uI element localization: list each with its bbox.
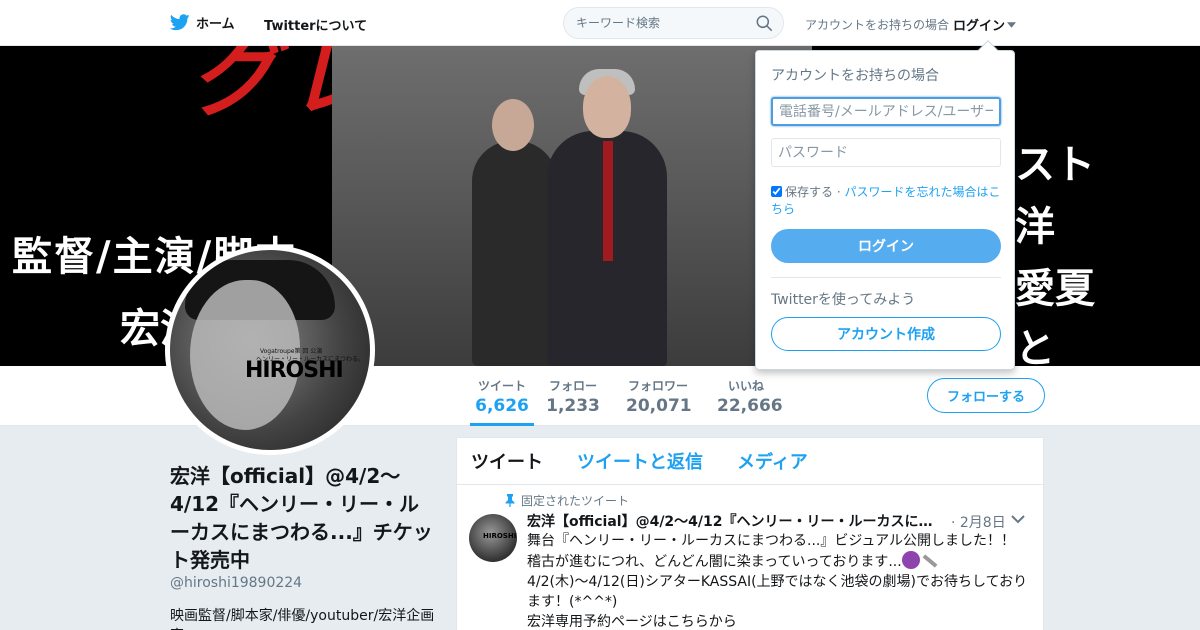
stat-likes-label: いいね <box>727 379 764 393</box>
tweet-author-name[interactable]: 宏洋【official】@4/2〜4/12『ヘンリー・リー・ルーカスにま… <box>527 511 937 531</box>
tweet-line-2: 稽古が進むにつれ、どんどん闇に染まっていっております... <box>527 554 902 570</box>
profile-name: 宏洋【official】@4/2〜4/12『ヘンリー・リー・ルーカスにまつわる.… <box>170 464 433 572</box>
avatar-image: Vogatroupe第 回 公演 ヘンリー・リー・ルーカスにまつわる。 HIRO… <box>170 250 370 450</box>
remember-me-label: 保存する · <box>785 185 841 199</box>
pinned-tweet-text: 固定されたツイート <box>521 494 630 508</box>
top-nav: ホーム Twitterについて アカウントをお持ちの場合 ログイン <box>0 0 1200 46</box>
account-prompt: アカウントをお持ちの場合 <box>805 18 950 32</box>
pin-icon <box>505 494 515 507</box>
username-input[interactable] <box>771 97 1001 126</box>
nav-home-label: ホーム <box>196 17 235 32</box>
banner-right-line4: と <box>1015 325 1055 366</box>
stat-tweets-label: ツイート <box>477 379 526 393</box>
stat-following-label: フォロー <box>548 379 597 393</box>
try-twitter-label: Twitterを使ってみよう <box>771 292 916 308</box>
search-icon[interactable] <box>756 15 773 32</box>
password-input[interactable] <box>771 138 1001 167</box>
smiling-devil-emoji-icon <box>901 551 920 569</box>
banner-right-line2: 洋 <box>1015 203 1055 250</box>
login-dropdown-toggle[interactable]: ログイン <box>953 15 1017 34</box>
tweet-header: 宏洋【official】@4/2〜4/12『ヘンリー・リー・ルーカスにま… · … <box>527 511 1027 531</box>
knife-emoji-icon <box>922 554 938 568</box>
stat-followers[interactable]: フォロワー 20,071 <box>626 377 692 416</box>
tweet-line-2-wrap: 稽古が進むにつれ、どんどん闇に染まっていっております... <box>527 551 1035 572</box>
tweet-avatar[interactable]: HIROSHI <box>469 514 517 562</box>
caret-down-icon <box>1007 21 1017 28</box>
stat-followers-label: フォロワー <box>627 379 688 393</box>
profile-bio: 映画監督/脚本家/俳優/youtuber/宏洋企画室 <box>170 608 435 630</box>
tab-media[interactable]: メディア <box>737 448 808 474</box>
stat-following-value: 1,233 <box>546 396 600 416</box>
dropdown-divider <box>771 277 1001 278</box>
chevron-down-icon[interactable] <box>1011 515 1025 524</box>
tweet-line-1: 舞台『ヘンリー・リー・ルーカスにまつわる...』ビジュアル公開しました！！ <box>527 533 1015 549</box>
nav-about-link[interactable]: Twitterについて <box>264 15 367 34</box>
tab-tweets[interactable]: ツイート <box>471 448 543 474</box>
follow-button[interactable]: フォローする <box>927 378 1045 413</box>
banner-right-line1: スト <box>1015 141 1095 188</box>
banner-right-line3: 愛夏 <box>1015 265 1095 312</box>
search-input[interactable] <box>576 16 746 30</box>
stat-followers-value: 20,071 <box>626 396 692 416</box>
nav-home-link[interactable]: ホーム <box>170 13 235 32</box>
stat-following[interactable]: フォロー 1,233 <box>545 377 601 416</box>
signup-button[interactable]: アカウント作成 <box>771 317 1001 351</box>
tweet-avatar-text: HIROSHI <box>483 532 517 540</box>
twitter-bird-icon <box>170 14 190 31</box>
timeline: ツイート ツイートと返信 メディア 固定されたツイート HIROSHI 宏洋【o… <box>456 437 1044 630</box>
tab-tweets-and-replies[interactable]: ツイートと返信 <box>577 448 703 474</box>
search-box <box>563 7 784 39</box>
login-link-label: ログイン <box>953 19 1006 34</box>
profile-handle[interactable]: @hiroshi19890224 <box>170 575 302 591</box>
profile-avatar[interactable]: Vogatroupe第 回 公演 ヘンリー・リー・ルーカスにまつわる。 HIRO… <box>165 245 375 455</box>
remember-me-checkbox[interactable] <box>771 186 782 197</box>
tweet-line-3: 4/2(木)〜4/12(日)シアターKASSAI(上野ではなく池袋の劇場)でお待… <box>527 574 1028 610</box>
banner-photo <box>332 46 812 366</box>
tweet-body: 舞台『ヘンリー・リー・ルーカスにまつわる...』ビジュアル公開しました！！ 稽古… <box>527 531 1035 630</box>
tweet-line-4: 宏洋専用予約ページはこちらから <box>527 614 737 630</box>
stat-likes-value: 22,666 <box>717 396 783 416</box>
banner-figure-woman <box>472 99 557 366</box>
stat-likes[interactable]: いいね 22,666 <box>717 377 783 416</box>
pinned-tweet-label: 固定されたツイート <box>505 492 629 509</box>
login-dropdown: アカウントをお持ちの場合 保存する · パスワードを忘れた場合はこちら ログイン… <box>755 40 1015 370</box>
remember-me-row: 保存する · パスワードを忘れた場合はこちら <box>771 184 1003 218</box>
login-dropdown-title: アカウントをお持ちの場合 <box>771 68 939 84</box>
timeline-tabs: ツイート ツイートと返信 メディア <box>457 438 1043 485</box>
login-button[interactable]: ログイン <box>771 229 1001 263</box>
banner-figure-man <box>547 69 667 366</box>
stat-tweets-value: 6,626 <box>475 396 529 416</box>
stat-tweets[interactable]: ツイート 6,626 <box>470 377 534 426</box>
avatar-logo-text: HIROSHI <box>245 358 344 383</box>
tweet-timestamp[interactable]: · 2月8日 <box>951 512 1006 532</box>
